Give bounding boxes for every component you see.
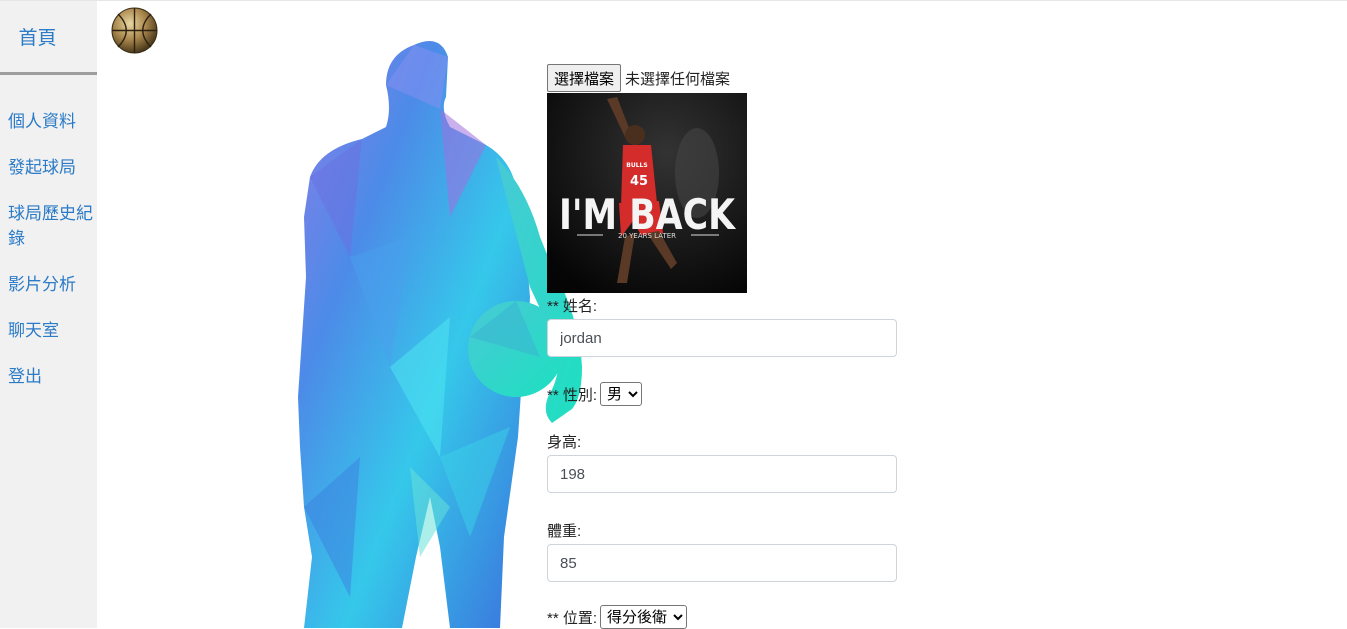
sidebar-menu: 個人資料 發起球局 球局歷史紀錄 影片分析 聊天室 登出 — [8, 109, 94, 410]
gender-label: ** 性別: — [547, 386, 598, 404]
profile-photo: 45 BULLS I'M BACK 20 YEARS LATER — [547, 93, 747, 293]
sidebar-item-chatroom[interactable]: 聊天室 — [8, 318, 94, 343]
name-input[interactable] — [547, 319, 897, 357]
sidebar-item-profile[interactable]: 個人資料 — [8, 109, 94, 134]
jersey-number: 45 — [630, 174, 648, 189]
name-label: ** 姓名: — [547, 298, 598, 315]
file-status-text: 未選擇任何檔案 — [625, 70, 731, 88]
basketball-logo-icon[interactable] — [111, 7, 158, 54]
jersey-team: BULLS — [626, 162, 647, 169]
profile-form: 選擇檔案 未選擇任何檔案 45 BULLS I'M BACK 20 YEARS … — [547, 63, 907, 629]
weight-label: 體重: — [547, 523, 582, 540]
gender-row: ** 性別: 男 — [547, 382, 907, 406]
file-upload-row: 選擇檔案 未選擇任何檔案 — [547, 63, 907, 93]
sidebar-item-video-analysis[interactable]: 影片分析 — [8, 272, 94, 297]
gender-select[interactable]: 男 — [600, 382, 643, 406]
position-row: ** 位置: 得分後衛 — [547, 605, 907, 629]
weight-input[interactable] — [547, 544, 897, 582]
height-input[interactable] — [547, 455, 897, 493]
nav-home-link[interactable]: 首頁 — [0, 1, 97, 75]
sidebar: 首頁 個人資料 發起球局 球局歷史紀錄 影片分析 聊天室 登出 — [0, 1, 97, 628]
photo-subline: 20 YEARS LATER — [618, 232, 676, 240]
choose-file-button[interactable]: 選擇檔案 — [547, 64, 622, 92]
profile-photo-art: 45 BULLS I'M BACK 20 YEARS LATER — [547, 93, 747, 293]
page: 首頁 個人資料 發起球局 球局歷史紀錄 影片分析 聊天室 登出 選擇檔案 未選擇… — [0, 0, 1347, 629]
position-select[interactable]: 得分後衛 — [600, 605, 688, 629]
sidebar-item-game-history[interactable]: 球局歷史紀錄 — [8, 201, 94, 251]
height-label: 身高: — [547, 434, 582, 451]
sidebar-item-create-game[interactable]: 發起球局 — [8, 155, 94, 180]
position-label: ** 位置: — [547, 609, 598, 627]
sidebar-item-logout[interactable]: 登出 — [8, 364, 94, 389]
